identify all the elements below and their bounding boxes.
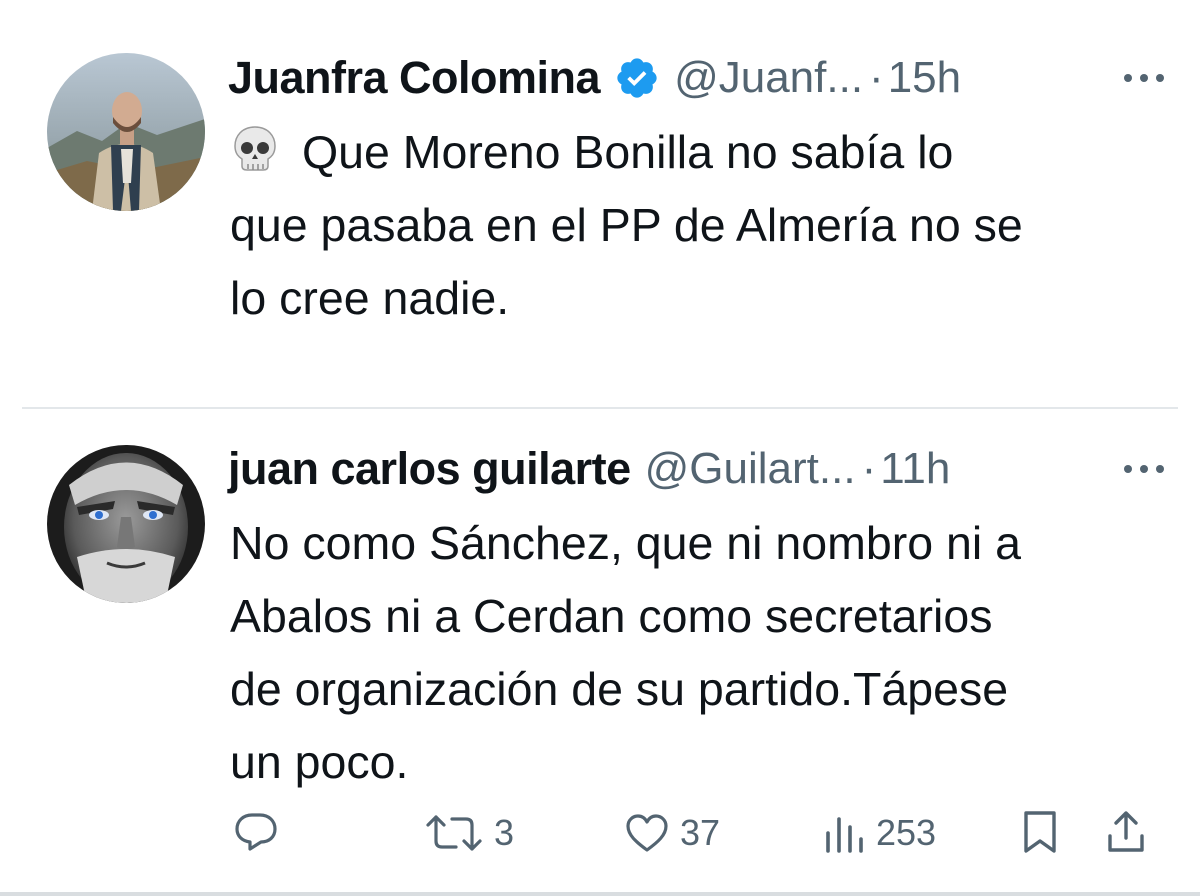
separator-dot: · <box>869 53 884 102</box>
views-button[interactable]: 253 <box>822 812 936 854</box>
more-options-icon[interactable] <box>1118 459 1170 479</box>
tweet-text-line-1: No como Sánchez, que ni nombro ni a <box>230 517 1021 569</box>
share-button[interactable] <box>1106 810 1146 854</box>
share-icon <box>1108 811 1144 852</box>
skull-emoji-icon <box>234 126 276 171</box>
like-button[interactable]: 37 <box>624 812 720 854</box>
more-options-icon[interactable] <box>1118 68 1170 88</box>
tweet-text-line-3: lo cree nadie. <box>230 272 510 324</box>
handle[interactable]: @Juanf... <box>674 53 863 103</box>
avatar-image <box>47 445 205 603</box>
display-name[interactable]: Juanfra Colomina <box>228 52 601 104</box>
timestamp[interactable]: 15h <box>888 53 961 103</box>
avatar-image <box>47 53 205 211</box>
tweet-text-line-1: Que Moreno Bonilla no sabía lo <box>302 126 954 178</box>
tweet-1[interactable]: Juanfra Colomina @Juanf... · 15h Que Mor… <box>0 0 1200 407</box>
reply-icon <box>235 813 277 851</box>
like-count: 37 <box>680 812 721 853</box>
views-icon <box>826 817 863 853</box>
display-name[interactable]: juan carlos guilarte <box>228 443 631 495</box>
views-count: 253 <box>876 812 937 853</box>
verified-badge-icon[interactable] <box>614 55 660 101</box>
avatar-juanfra[interactable] <box>47 53 205 211</box>
tweet-text-line-2: Abalos ni a Cerdan como secretarios <box>230 590 993 642</box>
tweet-1-header: Juanfra Colomina @Juanf... · 15h <box>228 48 1170 108</box>
tweet-text-line-2: que pasaba en el PP de Almería no se <box>230 199 1023 251</box>
retweet-button[interactable]: 3 <box>424 812 514 854</box>
separator-dot: · <box>861 444 877 493</box>
tweet-text-line-3: de organización de su partido.Tápese <box>230 663 1009 715</box>
avatar-guilarte[interactable] <box>47 445 205 603</box>
retweet-count: 3 <box>494 812 515 853</box>
bookmark-button[interactable] <box>1022 810 1058 854</box>
bookmark-icon <box>1024 811 1056 853</box>
tweet-2-text: No como Sánchez, que ni nombro ni a Abal… <box>230 507 1160 799</box>
heart-icon <box>626 814 668 852</box>
reply-button[interactable] <box>234 812 278 852</box>
tweet-text-line-4: un poco. <box>230 736 409 788</box>
handle[interactable]: @Guilart... <box>645 444 856 494</box>
timestamp[interactable]: 11h <box>880 444 950 494</box>
tweet-2-header: juan carlos guilarte @Guilart... · 11h <box>228 439 1170 499</box>
retweet-icon <box>426 815 482 851</box>
tweet-2-action-bar: 3 37 253 <box>0 800 1200 864</box>
tweet-1-text: Que Moreno Bonilla no sabía lo que pasab… <box>230 116 1160 335</box>
bottom-divider <box>0 892 1200 896</box>
tweet-text-line: Que Moreno Bonilla no sabía lo <box>230 116 1160 189</box>
